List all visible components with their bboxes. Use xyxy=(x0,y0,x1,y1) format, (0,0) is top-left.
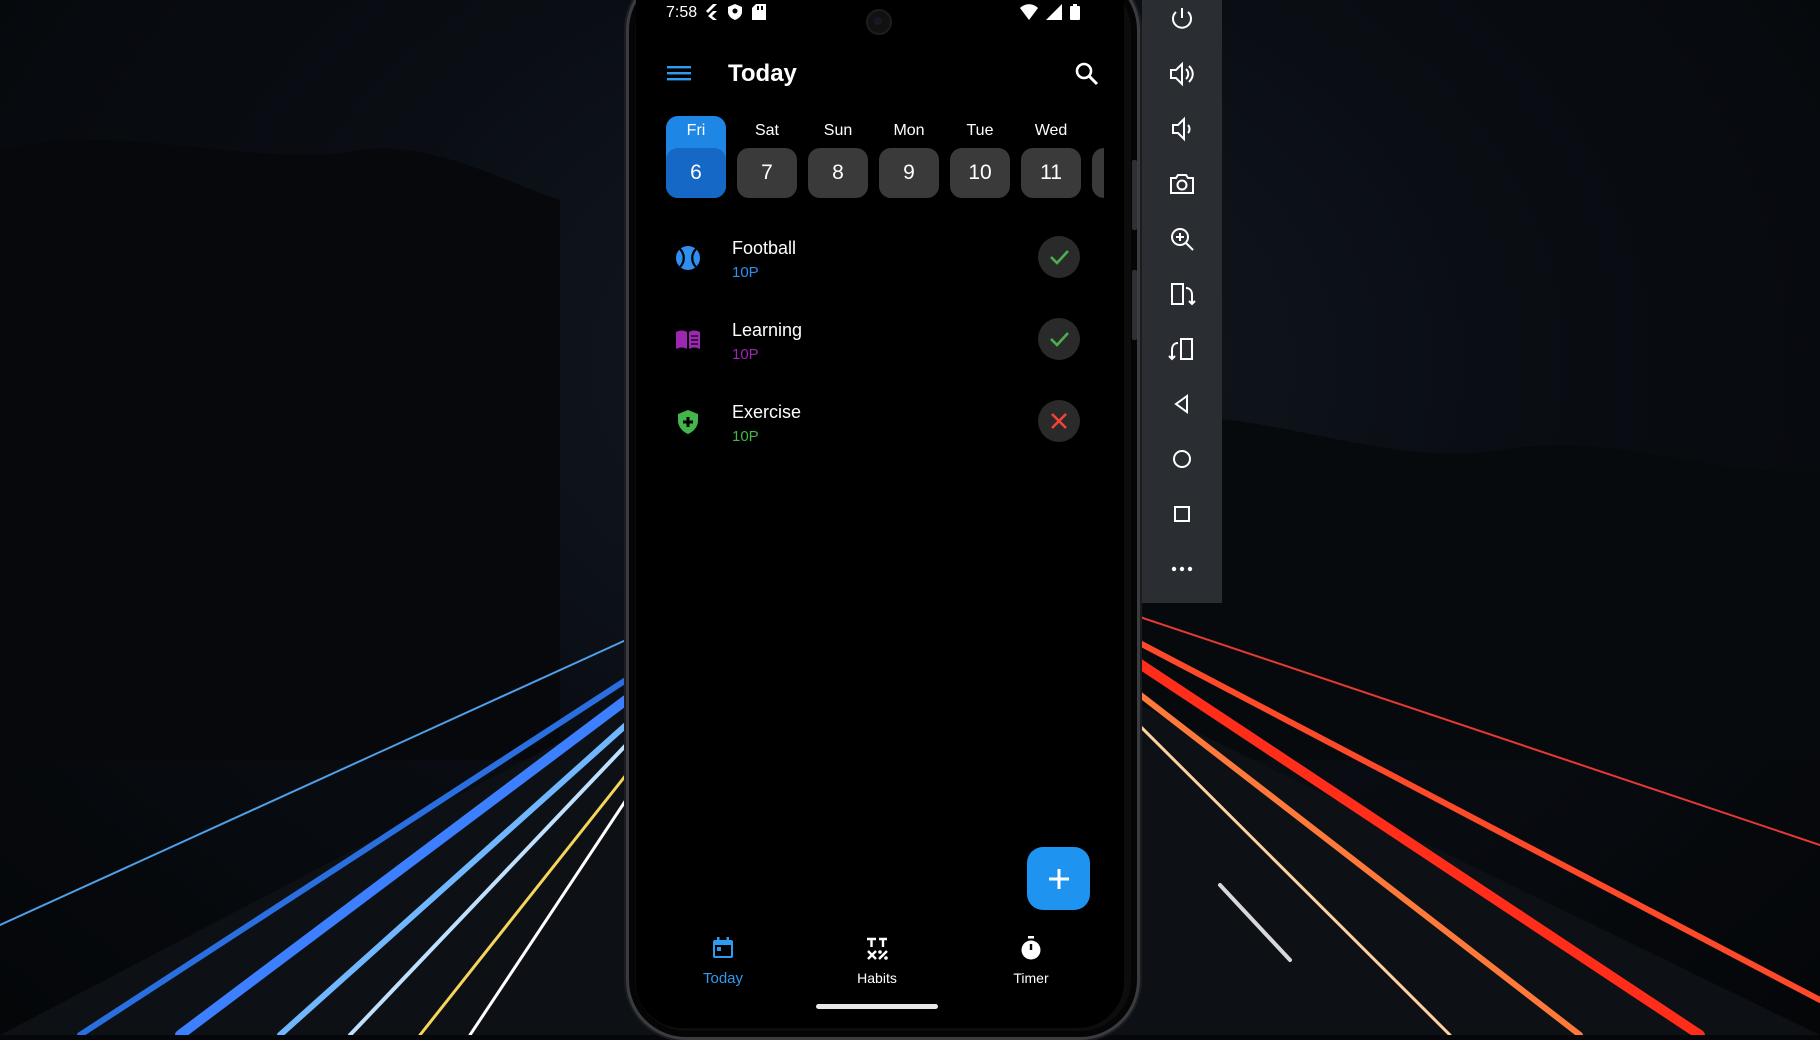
day-selector[interactable]: Sun 8 xyxy=(808,116,868,198)
back-icon xyxy=(1174,394,1188,414)
home-icon xyxy=(1173,450,1191,468)
nav-label: Timer xyxy=(1013,970,1049,986)
nav-tab-habits[interactable]: Habits xyxy=(817,936,937,996)
camera-icon xyxy=(1170,174,1194,194)
phone-screen: 7:58 Today Fri 6 Sat 7 Sun 8 Mon 9 Tue 1… xyxy=(636,0,1124,1028)
search-icon xyxy=(1075,62,1099,86)
bottom-navigation: Today Habits Timer xyxy=(636,930,1124,1000)
habits-icon xyxy=(867,937,888,960)
book-icon xyxy=(676,330,700,349)
day-number: 6 xyxy=(666,148,726,198)
zoom-button[interactable] xyxy=(1158,215,1206,263)
day-selector[interactable]: Fri 6 xyxy=(666,116,726,198)
check-icon xyxy=(1050,250,1069,265)
volume-down-icon xyxy=(1172,116,1191,142)
day-number: 11 xyxy=(1021,148,1081,198)
day-number: 9 xyxy=(879,148,939,198)
power-icon xyxy=(1172,8,1192,29)
day-selector[interactable]: Mon 9 xyxy=(879,116,939,198)
page-title: Today xyxy=(728,60,797,87)
screenshot-button[interactable] xyxy=(1158,160,1206,208)
habit-name: Learning xyxy=(732,320,803,340)
habit-name: Exercise xyxy=(732,402,802,422)
app-bar: Today xyxy=(636,50,1124,98)
gesture-home-bar[interactable] xyxy=(816,1004,938,1009)
volume-down-button[interactable] xyxy=(1158,105,1206,153)
habit-item-football[interactable]: Football 10P xyxy=(636,226,1124,298)
date-strip: Fri 6 Sat 7 Sun 8 Mon 9 Tue 10 Wed 11 T … xyxy=(656,116,1104,200)
habit-points: 10P xyxy=(732,264,759,281)
day-name: Mon xyxy=(893,122,925,139)
more-icon xyxy=(1171,566,1193,572)
habit-status-button[interactable] xyxy=(1038,400,1080,442)
day-selector[interactable]: Wed 11 xyxy=(1021,116,1081,198)
day-selector[interactable]: Sat 7 xyxy=(737,116,797,198)
calendar-icon xyxy=(713,937,733,958)
day-name: Sat xyxy=(754,122,779,139)
habit-item-exercise[interactable]: Exercise 10P xyxy=(636,390,1124,462)
status-time: 7:58 xyxy=(666,4,698,21)
day-number: 8 xyxy=(808,148,868,198)
emulator-toolbar xyxy=(1142,0,1222,603)
rotate-right-button[interactable] xyxy=(1158,325,1206,373)
day-name: Wed xyxy=(1034,122,1068,139)
habit-item-learning[interactable]: Learning 10P xyxy=(636,308,1124,380)
battery-icon xyxy=(1070,4,1080,20)
menu-button[interactable] xyxy=(664,58,694,88)
habit-points: 10P xyxy=(732,428,759,445)
back-button[interactable] xyxy=(1158,380,1206,428)
shield-icon xyxy=(728,4,742,20)
rotate-left-button[interactable] xyxy=(1158,270,1206,318)
wifi-icon xyxy=(1020,4,1038,20)
day-selector[interactable]: Tue 10 xyxy=(950,116,1010,198)
day-selector[interactable]: T 1 xyxy=(1092,116,1104,198)
habit-points: 10P xyxy=(732,346,759,363)
day-number: 7 xyxy=(737,148,797,198)
flutter-icon xyxy=(706,4,717,20)
timer-icon xyxy=(1021,936,1041,960)
rotate-right-icon xyxy=(1168,338,1193,361)
habit-status-button[interactable] xyxy=(1038,236,1080,278)
nav-tab-today[interactable]: Today xyxy=(663,936,783,996)
health-shield-icon xyxy=(678,410,698,434)
day-number: 1 xyxy=(1092,148,1104,198)
habit-name: Football xyxy=(732,238,797,258)
overview-icon xyxy=(1174,506,1190,522)
day-name: Fri xyxy=(686,122,706,139)
search-button[interactable] xyxy=(1072,59,1102,89)
nav-label: Today xyxy=(702,970,744,987)
front-camera xyxy=(866,9,892,35)
day-number: 10 xyxy=(950,148,1010,198)
phone-side-button xyxy=(1132,270,1137,340)
more-button[interactable] xyxy=(1158,545,1206,593)
overview-button[interactable] xyxy=(1158,490,1206,538)
rotate-left-icon xyxy=(1171,283,1196,306)
power-button[interactable] xyxy=(1158,0,1206,43)
day-name: Tue xyxy=(966,122,994,139)
check-icon xyxy=(1050,332,1069,347)
menu-icon xyxy=(667,66,691,81)
status-bar: 7:58 xyxy=(636,0,1124,35)
close-icon xyxy=(1051,413,1067,429)
habit-status-button[interactable] xyxy=(1038,318,1080,360)
sports-ball-icon xyxy=(676,246,700,270)
plus-icon xyxy=(1048,868,1069,889)
phone-side-button xyxy=(1132,160,1137,230)
nav-label: Habits xyxy=(857,970,897,986)
home-button[interactable] xyxy=(1158,435,1206,483)
volume-up-icon xyxy=(1170,61,1194,87)
day-name: Sun xyxy=(823,122,853,139)
nav-tab-timer[interactable]: Timer xyxy=(971,936,1091,996)
volume-up-button[interactable] xyxy=(1158,50,1206,98)
add-habit-button[interactable] xyxy=(1027,847,1090,910)
sd-card-icon xyxy=(752,4,766,20)
signal-icon xyxy=(1046,4,1062,20)
zoom-icon xyxy=(1171,228,1194,251)
